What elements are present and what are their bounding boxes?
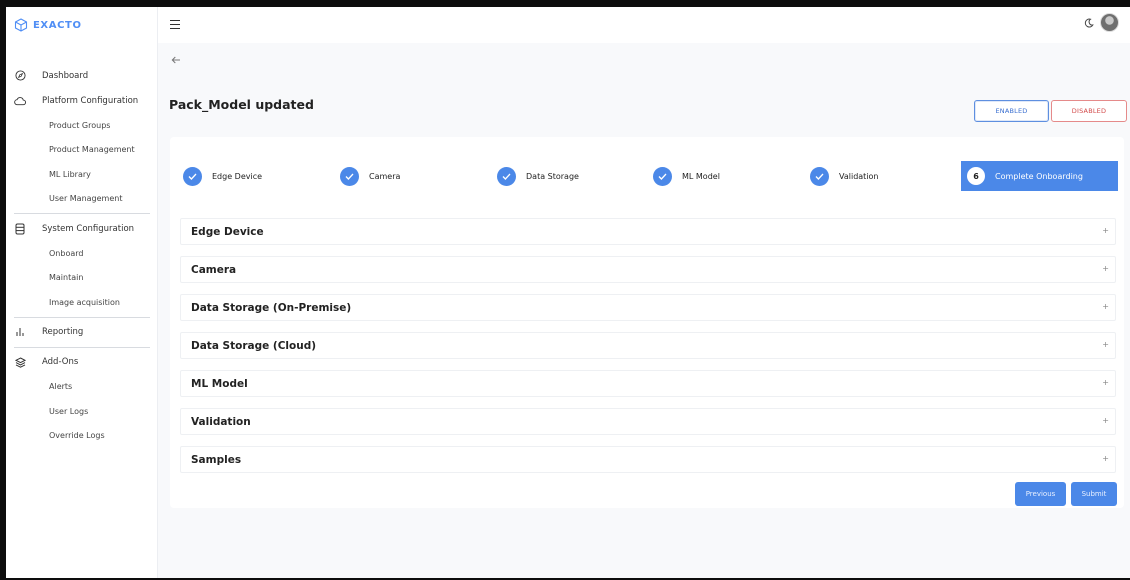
step-edge-device[interactable]: Edge Device [183, 161, 262, 191]
accordion-label: Validation [191, 415, 251, 428]
step-ml-model[interactable]: ML Model [653, 161, 720, 191]
step-camera[interactable]: Camera [340, 161, 400, 191]
plus-icon[interactable]: + [1102, 264, 1109, 273]
accordion-label: ML Model [191, 377, 248, 390]
sidebar: EXACTO Dashboard Platform Configuration … [6, 7, 158, 578]
sidebar-item-system-configuration[interactable]: System Configuration [6, 216, 158, 241]
page-title: Pack_Model updated [169, 97, 314, 112]
onboarding-card: Edge Device Camera Data Storage ML Model… [170, 137, 1124, 508]
accordion-label: Data Storage (Cloud) [191, 339, 317, 352]
step-label: Complete Onboarding [995, 171, 1083, 181]
stepper: Edge Device Camera Data Storage ML Model… [170, 161, 1124, 191]
accordion-validation[interactable]: Validation + [180, 408, 1116, 435]
accordion-label: Data Storage (On-Premise) [191, 301, 352, 314]
accordion-label: Camera [191, 263, 237, 276]
check-icon [340, 166, 359, 186]
sidebar-divider [14, 213, 150, 214]
sidebar-item-dashboard[interactable]: Dashboard [6, 63, 158, 88]
accordion-label: Edge Device [191, 225, 264, 238]
back-arrow-icon[interactable] [171, 53, 181, 68]
plus-icon[interactable]: + [1102, 226, 1109, 235]
plus-icon[interactable]: + [1102, 340, 1109, 349]
step-label: Edge Device [212, 171, 263, 181]
check-icon [810, 166, 829, 186]
app-window: EXACTO Dashboard Platform Configuration … [6, 7, 1130, 578]
accordion-data-storage-on-premise[interactable]: Data Storage (On-Premise) + [180, 294, 1116, 321]
sidebar-item-user-logs[interactable]: User Logs [6, 399, 158, 424]
step-validation[interactable]: Validation [810, 161, 879, 191]
step-label: Validation [839, 171, 879, 181]
disabled-button[interactable]: DISABLED [1051, 100, 1127, 122]
step-label: ML Model [682, 171, 720, 181]
database-icon [14, 223, 26, 235]
menu-toggle-icon[interactable] [170, 20, 180, 31]
sidebar-divider [14, 346, 150, 348]
previous-button[interactable]: Previous [1015, 482, 1066, 506]
plus-icon[interactable]: + [1102, 302, 1109, 311]
check-icon [183, 166, 202, 186]
cloud-icon [14, 95, 26, 107]
sidebar-item-alerts[interactable]: Alerts [6, 375, 158, 400]
compass-icon [14, 70, 26, 82]
submit-button[interactable]: Submit [1071, 482, 1117, 506]
plus-icon[interactable]: + [1102, 454, 1109, 463]
sidebar-item-override-logs[interactable]: Override Logs [6, 424, 158, 449]
sidebar-item-reporting[interactable]: Reporting [6, 320, 158, 345]
accordion-camera[interactable]: Camera + [180, 256, 1116, 283]
sidebar-item-maintain[interactable]: Maintain [6, 266, 158, 291]
brand-logo[interactable]: EXACTO [6, 7, 157, 43]
sidebar-item-image-acquisition[interactable]: Image acquisition [6, 290, 158, 315]
sidebar-item-label: Reporting [42, 327, 84, 337]
accordion-data-storage-cloud[interactable]: Data Storage (Cloud) + [180, 332, 1116, 359]
step-number: 6 [967, 167, 985, 185]
sidebar-divider [14, 316, 150, 318]
sidebar-item-add-ons[interactable]: Add-Ons [6, 350, 158, 375]
sidebar-item-label: Add-Ons [42, 357, 79, 367]
top-bar [158, 7, 1130, 43]
sidebar-item-product-management[interactable]: Product Management [6, 138, 158, 163]
check-icon [497, 166, 516, 186]
brand-name: EXACTO [33, 19, 82, 31]
accordion-label: Samples [191, 453, 242, 466]
sidebar-item-platform-configuration[interactable]: Platform Configuration [6, 88, 158, 113]
sidebar-item-ml-library[interactable]: ML Library [6, 162, 158, 187]
step-complete-onboarding[interactable]: 6 Complete Onboarding [961, 161, 1118, 191]
step-label: Camera [369, 171, 401, 181]
sidebar-nav: Dashboard Platform Configuration Product… [6, 63, 158, 448]
bar-chart-icon [14, 326, 26, 338]
plus-icon[interactable]: + [1102, 416, 1109, 425]
avatar[interactable] [1100, 13, 1119, 32]
sidebar-item-user-management[interactable]: User Management [6, 187, 158, 212]
sidebar-item-label: Dashboard [42, 70, 89, 81]
sidebar-item-product-groups[interactable]: Product Groups [6, 113, 158, 138]
accordion-samples[interactable]: Samples + [180, 446, 1116, 473]
sidebar-item-label: System Configuration [42, 223, 135, 234]
accordion-ml-model[interactable]: ML Model + [180, 370, 1116, 397]
enabled-button[interactable]: ENABLED [974, 100, 1049, 122]
plus-icon[interactable]: + [1102, 378, 1109, 387]
cube-icon [14, 18, 28, 32]
theme-toggle-icon[interactable] [1084, 18, 1094, 31]
accordion-edge-device[interactable]: Edge Device + [180, 218, 1116, 245]
step-label: Data Storage [526, 171, 579, 181]
sidebar-item-onboard[interactable]: Onboard [6, 241, 158, 266]
layers-icon [14, 356, 26, 368]
sidebar-item-label: Platform Configuration [42, 95, 139, 106]
check-icon [653, 166, 672, 186]
step-data-storage[interactable]: Data Storage [497, 161, 579, 191]
